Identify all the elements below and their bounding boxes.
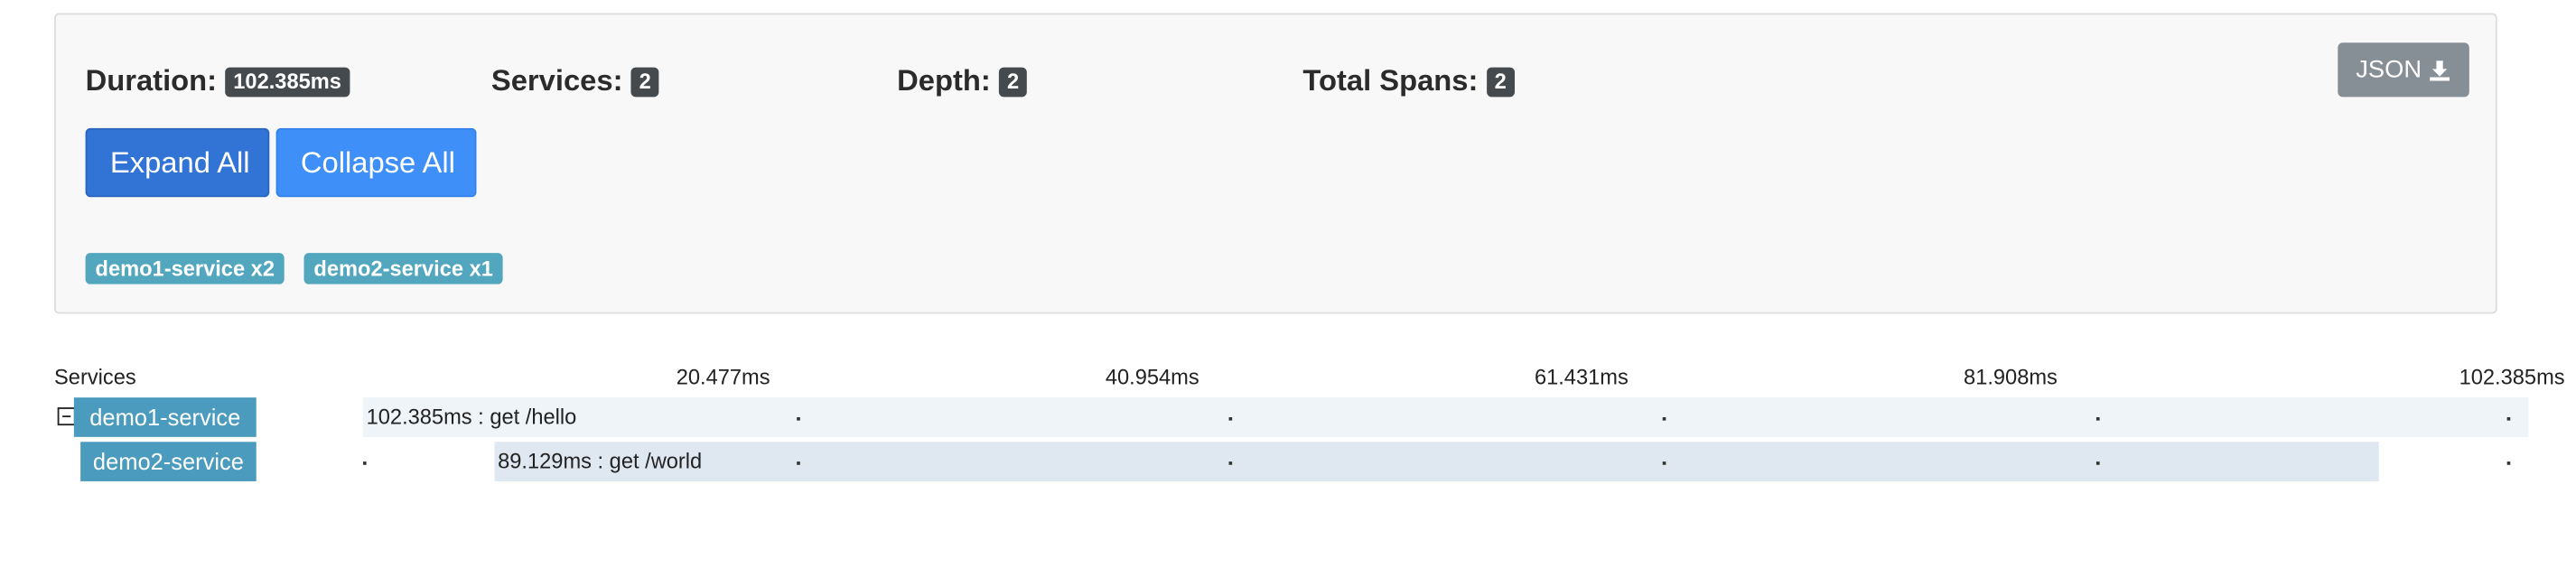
timeline-grid-dot [1662, 417, 1666, 421]
service-tag-demo2[interactable]: demo2-service x1 [303, 253, 503, 284]
trace-summary-panel: Duration: 102.385ms Services: 2 Depth: 2… [54, 13, 2497, 314]
services-stat: Services: 2 [491, 64, 659, 98]
download-icon [2430, 60, 2450, 80]
services-badge: 2 [630, 66, 659, 97]
duration-label: Duration: [85, 63, 218, 98]
timeline-grid-dot [1228, 417, 1233, 421]
json-download-button[interactable]: JSON [2338, 42, 2469, 98]
services-label: Services: [490, 63, 623, 98]
span-label-get-hello: 102.385ms : get /hello [366, 404, 577, 429]
span-label-get-world: 89.129ms : get /world [498, 448, 703, 473]
trace-view: Duration: 102.385ms Services: 2 Depth: 2… [0, 0, 2576, 587]
collapse-minus-icon[interactable] [57, 407, 76, 426]
span-bar-get-hello[interactable] [362, 397, 2529, 437]
timeline-grid-dot [1662, 461, 1666, 465]
depth-label: Depth: [897, 63, 991, 98]
duration-badge: 102.385ms [225, 66, 350, 97]
timeline-grid-dot [2095, 461, 2100, 465]
duration-stat: Duration: 102.385ms [86, 64, 350, 98]
timeline-grid-dot [362, 461, 367, 465]
service-tag-demo1[interactable]: demo1-service x2 [85, 253, 285, 284]
timeline-tick-label: 61.431ms [1534, 364, 1629, 390]
timeline-grid-dot [1228, 461, 1233, 465]
total-spans-label: Total Spans: [1302, 63, 1479, 98]
collapse-all-button[interactable]: Collapse All [275, 127, 477, 198]
timeline-tick-label: 40.954ms [1105, 364, 1199, 390]
services-column-header: Services [54, 364, 136, 390]
timeline-grid-dot [2506, 461, 2511, 465]
timeline-grid-dot [2095, 417, 2100, 421]
timeline-grid-dot [2506, 417, 2511, 421]
service-label-demo2[interactable]: demo2-service [80, 442, 257, 481]
total-spans-badge: 2 [1486, 66, 1515, 97]
service-label-demo1[interactable]: demo1-service [73, 397, 257, 437]
total-spans-stat: Total Spans: 2 [1302, 63, 1515, 98]
timeline-grid-dot [797, 461, 800, 465]
timeline-tick-label: 81.908ms [1964, 364, 2058, 390]
depth-badge: 2 [998, 66, 1028, 97]
json-button-label: JSON [2356, 55, 2422, 84]
timeline-tick-label: 102.385ms [2459, 364, 2565, 390]
timeline-tick-label: 20.477ms [676, 364, 770, 390]
expand-all-button[interactable]: Expand All [85, 127, 270, 198]
depth-stat: Depth: 2 [897, 63, 1028, 98]
timeline-grid-dot [797, 417, 800, 421]
